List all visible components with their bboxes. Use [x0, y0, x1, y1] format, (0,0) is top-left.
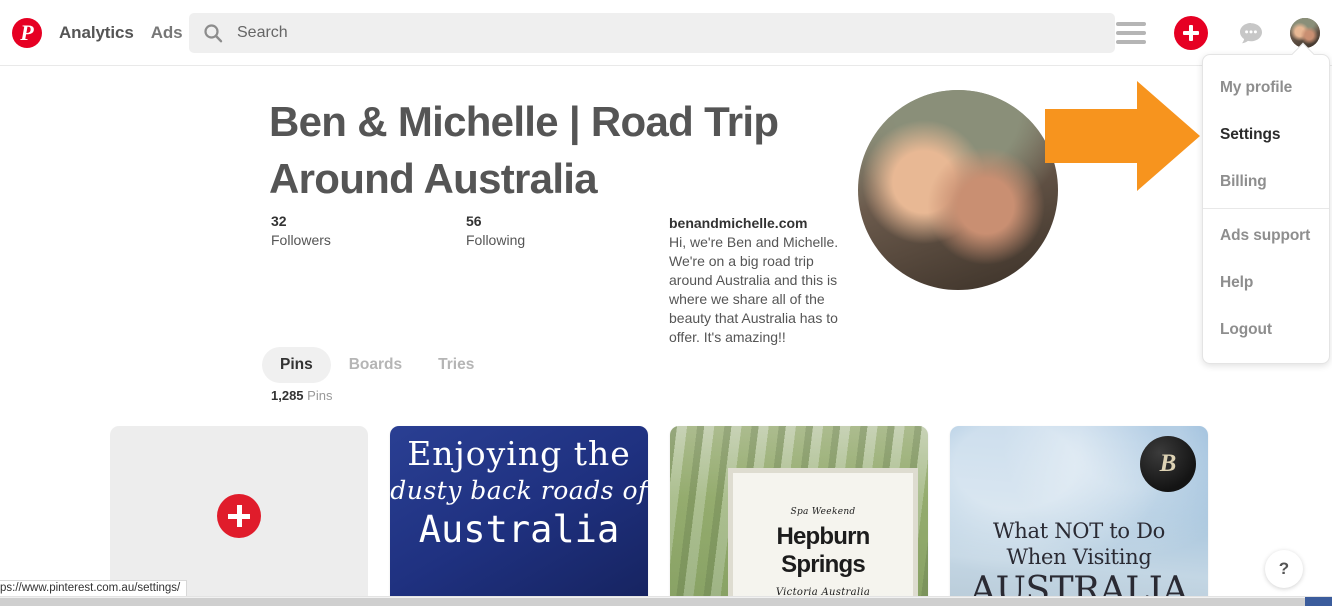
search-bar[interactable] [189, 13, 1115, 53]
brand-badge-icon: B [1140, 436, 1196, 492]
stat-following[interactable]: 56 Following [466, 213, 661, 249]
orange-arrow-annotation [1045, 81, 1200, 191]
plus-icon[interactable] [1174, 16, 1208, 50]
followers-count: 32 [271, 213, 287, 229]
menu-item-ads-support[interactable]: Ads support [1203, 212, 1329, 259]
search-icon [203, 23, 223, 43]
pin-grid: Enjoying the dusty back roads of Austral… [110, 426, 1208, 606]
pin-line-3: Australia [418, 507, 620, 551]
scrollbar-arrow-button[interactable] [1305, 597, 1332, 606]
search-input[interactable] [237, 18, 1077, 48]
pinterest-profile-page: P Analytics Ads Search Ben & Michelle | … [0, 0, 1332, 606]
page-title: Ben & Michelle | Road Trip Around Austra… [269, 98, 779, 202]
nav-item-ads[interactable]: Ads [151, 23, 183, 43]
pin-count-value: 1,285 [271, 388, 304, 403]
tab-boards[interactable]: Boards [331, 347, 420, 383]
pin-line-2: When Visiting [1006, 545, 1152, 570]
profile-photo[interactable] [858, 90, 1058, 290]
pin-sign-overlay: Spa Weekend Hepburn Springs Victoria Aus… [728, 468, 918, 606]
scrollbar-thumb[interactable] [0, 598, 1305, 606]
chat-bubble-icon[interactable] [1236, 18, 1266, 48]
pin-count-label: Pins [307, 388, 333, 403]
top-navigation-bar: P Analytics Ads [0, 0, 1332, 66]
menu-item-billing[interactable]: Billing [1203, 158, 1329, 205]
pin-card-what-not-to-do[interactable]: B What NOT to Do When Visiting AUSTRALIA [950, 426, 1208, 606]
profile-stats: 32 Followers 56 Following [271, 213, 661, 249]
menu-divider [1203, 208, 1329, 209]
menu-item-my-profile[interactable]: My profile [1203, 64, 1329, 111]
avatar-icon[interactable] [1290, 18, 1320, 48]
pinterest-logo-icon[interactable]: P [12, 17, 42, 48]
menu-item-logout[interactable]: Logout [1203, 306, 1329, 353]
bio-text: Hi, we're Ben and Michelle. We're on a b… [669, 234, 839, 346]
followers-label: Followers [271, 231, 331, 248]
pin-line-1: Enjoying the [407, 434, 631, 473]
pin-count: 1,285 Pins [271, 388, 332, 403]
pin-line-2: dusty back roads of [390, 476, 648, 506]
account-dropdown-menu: My profile Settings Billing Ads support … [1202, 42, 1330, 364]
horizontal-scrollbar[interactable] [0, 596, 1332, 606]
avatar-image [1290, 18, 1320, 48]
nav-item-analytics[interactable]: Analytics [59, 23, 134, 43]
pin-card-dusty-roads[interactable]: Enjoying the dusty back roads of Austral… [390, 426, 648, 606]
pin-card-hepburn-springs[interactable]: Spa Weekend Hepburn Springs Victoria Aus… [670, 426, 928, 606]
following-label: Following [466, 231, 526, 248]
help-button[interactable]: ? [1265, 550, 1303, 588]
tab-pins[interactable]: Pins [262, 347, 331, 383]
profile-tabs: Pins Boards Tries [262, 347, 492, 383]
profile-photo-image [858, 90, 1058, 290]
website-link[interactable]: benandmichelle.com [669, 214, 849, 232]
hamburger-menu-icon[interactable] [1116, 22, 1146, 44]
profile-bio: benandmichelle.com Hi, we're Ben and Mic… [669, 214, 849, 347]
pin-line-2: Hepburn Springs [776, 523, 870, 578]
add-pin-icon[interactable] [217, 494, 261, 538]
add-pin-card[interactable] [110, 426, 368, 606]
menu-item-help[interactable]: Help [1203, 259, 1329, 306]
stat-followers[interactable]: 32 Followers [271, 213, 466, 249]
following-count: 56 [466, 213, 482, 229]
status-bar-url: ps://www.pinterest.com.au/settings/ [0, 580, 188, 596]
pin-line-1: Spa Weekend [790, 507, 856, 517]
tab-tries[interactable]: Tries [420, 347, 492, 383]
menu-item-settings[interactable]: Settings [1203, 111, 1329, 158]
